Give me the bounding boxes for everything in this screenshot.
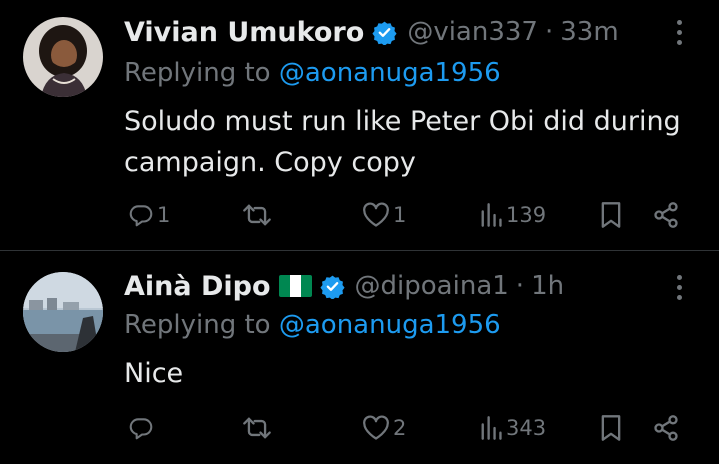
- like-icon: [363, 415, 389, 440]
- replying-to-label: Replying to: [124, 58, 279, 88]
- like-icon: [363, 202, 389, 227]
- reply-tweet[interactable]: Vivian Umukoro @vian337 · 33m Replying t…: [0, 0, 719, 250]
- tweet-text: Soludo must run like Peter Obi did durin…: [124, 106, 681, 178]
- replying-to-label: Replying to: [124, 310, 279, 340]
- timestamp[interactable]: 1h: [531, 271, 564, 301]
- author-handle[interactable]: @dipoaina1: [355, 271, 509, 301]
- avatar[interactable]: [23, 17, 103, 97]
- bookmark-button[interactable]: [599, 195, 623, 235]
- reply-count: 1: [157, 203, 171, 227]
- action-bar: 2 343: [124, 408, 694, 448]
- replying-to: Replying to @aonanuga1956: [124, 310, 501, 340]
- reply-button[interactable]: 1: [128, 195, 170, 235]
- views-button[interactable]: 139: [479, 195, 546, 235]
- like-count: 2: [393, 416, 407, 440]
- avatar[interactable]: [23, 272, 103, 352]
- views-icon: [481, 203, 502, 227]
- replying-to: Replying to @aonanuga1956: [124, 58, 501, 88]
- timestamp[interactable]: 33m: [560, 17, 618, 47]
- verified-badge-icon: [372, 21, 397, 45]
- views-icon: [481, 416, 502, 440]
- share-button[interactable]: [652, 195, 680, 235]
- reply-icon: [129, 205, 153, 227]
- author-name[interactable]: Ainà Dipo: [124, 271, 271, 302]
- separator: ·: [515, 271, 525, 301]
- tweet-header: Vivian Umukoro @vian337 · 33m: [124, 14, 619, 50]
- verified-badge-icon: [319, 275, 345, 299]
- retweet-button[interactable]: [242, 408, 275, 448]
- bookmark-button[interactable]: [599, 408, 623, 448]
- reply-tweet[interactable]: Ainà Dipo @dipoaina1 · 1h Replying to @a…: [0, 251, 719, 464]
- separator: ·: [544, 17, 554, 47]
- tweet-text: Nice: [124, 358, 184, 389]
- more-icon[interactable]: [664, 272, 694, 302]
- author-name[interactable]: Vivian Umukoro: [124, 17, 364, 48]
- action-bar: 1 1 139: [124, 195, 694, 235]
- like-count: 1: [393, 203, 407, 227]
- share-icon: [654, 202, 678, 228]
- more-icon[interactable]: [664, 17, 694, 47]
- views-button[interactable]: 343: [479, 408, 546, 448]
- like-button[interactable]: 2: [362, 408, 406, 448]
- replying-to-mention[interactable]: @aonanuga1956: [279, 58, 501, 88]
- reply-icon: [129, 418, 153, 440]
- reply-button[interactable]: [128, 408, 157, 448]
- nigeria-flag-icon: [278, 275, 312, 297]
- retweet-button[interactable]: [242, 195, 275, 235]
- like-button[interactable]: 1: [362, 195, 406, 235]
- bookmark-icon: [601, 202, 621, 228]
- author-handle[interactable]: @vian337: [407, 17, 538, 47]
- bookmark-icon: [601, 415, 621, 441]
- views-count: 343: [506, 416, 547, 440]
- share-button[interactable]: [652, 408, 680, 448]
- share-icon: [654, 415, 678, 441]
- views-count: 139: [506, 203, 547, 227]
- tweet-header: Ainà Dipo @dipoaina1 · 1h: [124, 268, 564, 304]
- retweet-icon: [243, 417, 271, 439]
- replying-to-mention[interactable]: @aonanuga1956: [279, 310, 501, 340]
- retweet-icon: [243, 204, 271, 226]
